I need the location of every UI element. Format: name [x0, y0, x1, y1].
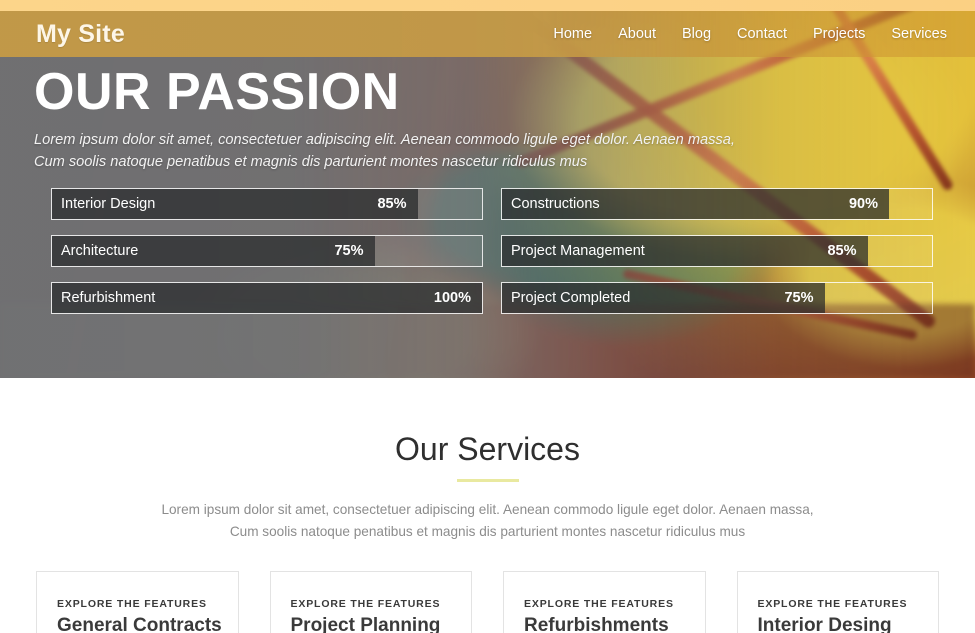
card-eyebrow: EXPLORE THE FEATURES — [757, 598, 908, 611]
skill-bar-project-management[interactable]: Project Management 85% — [501, 235, 933, 267]
hero-subtitle: Lorem ipsum dolor sit amet, consectetuer… — [34, 130, 774, 173]
skill-label: Constructions — [511, 196, 600, 212]
skill-label: Project Completed — [511, 290, 631, 306]
skill-label: Refurbishment — [61, 290, 156, 306]
hero-content: OUR PASSION Lorem ipsum dolor sit amet, … — [0, 57, 975, 173]
card-eyebrow: EXPLORE THE FEATURES — [524, 598, 674, 611]
card-title: Project Planning — [290, 614, 441, 633]
skill-column-left: Interior Design 85% Architecture 75% Ref… — [51, 188, 483, 314]
skill-percent: 100% — [433, 290, 471, 306]
skill-bar-project-completed[interactable]: Project Completed 75% — [501, 282, 933, 314]
service-card-project-planning[interactable]: EXPLORE THE FEATURES Project Planning — [269, 571, 472, 633]
service-card-general-contracts[interactable]: EXPLORE THE FEATURES General Contracts — [36, 571, 239, 633]
card-eyebrow: EXPLORE THE FEATURES — [290, 598, 441, 611]
services-subtitle-line-1: Lorem ipsum dolor sit amet, consectetuer… — [161, 502, 814, 518]
skill-percent: 75% — [334, 243, 364, 259]
skill-column-right: Constructions 90% Project Management 85%… — [501, 188, 933, 314]
nav-item-contact[interactable]: Contact — [737, 27, 787, 42]
site-header: My Site Home About Blog Contact Projects… — [0, 11, 975, 57]
skill-percent: 75% — [784, 290, 814, 306]
services-header: Our Services Lorem ipsum dolor sit amet,… — [0, 378, 975, 543]
skill-bar-refurbishment[interactable]: Refurbishment 100% — [51, 282, 483, 314]
service-cards: EXPLORE THE FEATURES General Contracts E… — [0, 543, 975, 633]
nav-item-services[interactable]: Services — [891, 27, 947, 42]
hero-subtitle-line-2: Cum soolis natoque penatibus et magnis d… — [34, 153, 588, 170]
hero-subtitle-line-1: Lorem ipsum dolor sit amet, consectetuer… — [34, 132, 735, 149]
skill-label: Project Management — [511, 243, 645, 259]
skill-bars: Interior Design 85% Architecture 75% Ref… — [51, 188, 941, 314]
skill-bar-interior-design[interactable]: Interior Design 85% — [51, 188, 483, 220]
nav-item-blog[interactable]: Blog — [682, 27, 711, 42]
card-title: Refurbishments — [524, 614, 669, 633]
card-title: Interior Desing — [757, 614, 892, 633]
skill-label: Architecture — [61, 243, 139, 259]
services-subtitle-line-2: Cum soolis natoque penatibus et magnis d… — [229, 524, 746, 540]
page-root: My Site Home About Blog Contact Projects… — [0, 0, 975, 633]
services-title-underline — [456, 479, 519, 483]
card-title: General Contracts — [57, 614, 222, 633]
services-section: Our Services Lorem ipsum dolor sit amet,… — [0, 378, 975, 633]
skill-bar-architecture[interactable]: Architecture 75% — [51, 235, 483, 267]
skill-percent: 90% — [848, 196, 878, 212]
nav-item-home[interactable]: Home — [553, 27, 592, 42]
services-subtitle: Lorem ipsum dolor sit amet, consectetuer… — [138, 499, 838, 543]
hero-title: OUR PASSION — [34, 63, 400, 121]
card-eyebrow: EXPLORE THE FEATURES — [57, 598, 207, 611]
skill-percent: 85% — [377, 196, 407, 212]
nav-item-projects[interactable]: Projects — [813, 27, 865, 42]
service-card-interior-desing[interactable]: EXPLORE THE FEATURES Interior Desing — [736, 571, 939, 633]
service-card-refurbishments[interactable]: EXPLORE THE FEATURES Refurbishments — [503, 571, 706, 633]
services-title: Our Services — [395, 431, 580, 467]
nav-item-about[interactable]: About — [618, 27, 656, 42]
site-logo[interactable]: My Site — [36, 21, 125, 47]
skill-label: Interior Design — [61, 196, 156, 212]
top-accent-strip — [0, 0, 975, 11]
skill-bar-constructions[interactable]: Constructions 90% — [501, 188, 933, 220]
main-navigation: Home About Blog Contact Projects Service… — [553, 27, 947, 42]
skill-percent: 85% — [827, 243, 857, 259]
